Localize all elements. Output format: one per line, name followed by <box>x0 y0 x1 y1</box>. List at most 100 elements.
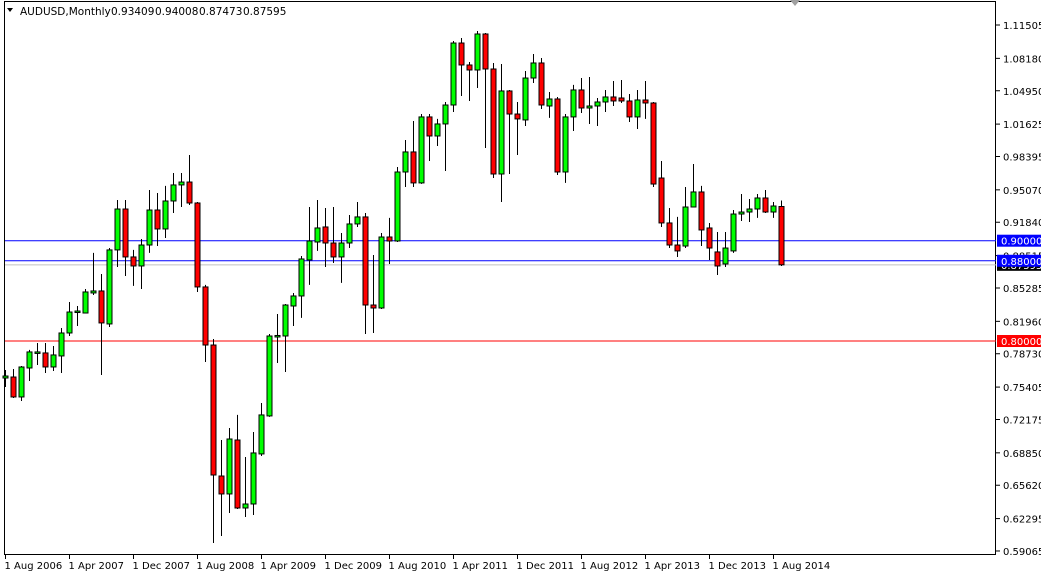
bull-candle-body <box>402 151 409 173</box>
candle <box>554 96 561 176</box>
x-tick-label: 1 Aug 2014 <box>773 561 831 572</box>
ohlc-open: 0.93409 <box>111 6 154 18</box>
y-tick-label: 0.72175 <box>1003 415 1041 426</box>
x-tick-label: 1 Apr 2011 <box>453 561 508 572</box>
candle <box>194 201 201 292</box>
bull-candle-body <box>50 354 57 368</box>
bull-candle-body <box>586 105 593 109</box>
bull-candle-body <box>418 116 425 184</box>
candle <box>106 248 113 327</box>
bear-candle-body <box>130 256 137 267</box>
y-tick-label: 0.98395 <box>1003 152 1041 163</box>
candle <box>538 57 545 110</box>
bull-candle-body <box>770 205 777 213</box>
x-tick-label: 1 Dec 2011 <box>517 561 575 572</box>
bull-candle-body <box>730 213 737 252</box>
y-tick-label: 0.75405 <box>1003 383 1041 394</box>
bear-candle-body <box>122 208 129 258</box>
y-tick-label: 1.08180 <box>1003 54 1041 65</box>
bull-candle-body <box>138 244 145 267</box>
bear-candle-body <box>554 98 561 173</box>
bear-candle-body <box>370 304 377 309</box>
candle <box>778 200 785 267</box>
bear-candle-body <box>778 206 785 266</box>
bear-candle-body <box>410 151 417 184</box>
bear-candle-body <box>578 89 585 109</box>
price-chart[interactable]: 1.11505 1.08180 1.04950 1.01625 0.98395 0.950… <box>0 0 1041 575</box>
candle <box>730 210 737 253</box>
bear-candle-body <box>538 62 545 106</box>
bull-candle-body <box>690 191 697 208</box>
bear-candle-body <box>650 102 657 185</box>
bull-candle-body <box>522 77 529 121</box>
bull-candle-body <box>90 290 97 294</box>
bull-candle-body <box>58 332 65 357</box>
bear-candle-body <box>642 99 649 104</box>
bull-candle-body <box>570 89 577 118</box>
bear-candle-body <box>42 352 49 368</box>
bull-candle-body <box>338 242 345 258</box>
bull-candle-body <box>450 42 457 106</box>
bear-candle-body <box>458 42 465 66</box>
bull-candle-body <box>170 184 177 202</box>
y-tick-label: 0.85285 <box>1003 284 1041 295</box>
bear-candle-body <box>186 181 193 204</box>
bull-candle-body <box>442 104 449 125</box>
bear-candle-body <box>626 100 633 118</box>
candle <box>450 41 457 113</box>
y-tick-label: 0.68850 <box>1003 449 1041 460</box>
y-tick-label: 0.91840 <box>1003 218 1041 229</box>
bear-candle-body <box>98 290 105 324</box>
hline-price-label: 0.90000 <box>1001 237 1041 248</box>
x-tick-label: 1 Apr 2007 <box>69 561 124 572</box>
bull-candle-body <box>354 216 361 225</box>
ohlc-low: 0.87473 <box>199 6 242 18</box>
y-tick-label: 0.95070 <box>1003 186 1041 197</box>
bear-candle-body <box>706 227 713 249</box>
chart-background <box>0 0 1041 575</box>
bull-candle-body <box>754 197 761 210</box>
x-tick-label: 1 Aug 2012 <box>581 561 639 572</box>
bull-candle-body <box>74 310 81 314</box>
x-tick-label: 1 Dec 2007 <box>133 561 191 572</box>
y-tick-label: 0.59065 <box>1003 547 1041 558</box>
bear-candle-body <box>466 64 473 71</box>
bear-candle-body <box>610 96 617 102</box>
bull-candle-body <box>314 227 321 243</box>
bear-candle-body <box>154 209 161 230</box>
x-tick-label: 1 Aug 2006 <box>5 561 63 572</box>
candle <box>18 365 25 401</box>
bull-candle-body <box>250 452 257 505</box>
bull-candle-body <box>290 295 297 307</box>
x-tick-label: 1 Dec 2013 <box>709 561 767 572</box>
bull-candle-body <box>146 209 153 246</box>
bear-candle-body <box>386 236 393 242</box>
bull-candle-body <box>474 33 481 71</box>
bull-candle-body <box>34 351 41 354</box>
bull-candle-body <box>682 206 689 247</box>
bear-candle-body <box>218 475 225 495</box>
x-tick-label: 1 Aug 2008 <box>197 561 255 572</box>
bull-candle-body <box>394 171 401 242</box>
y-tick-label: 1.01625 <box>1003 120 1041 131</box>
bull-candle-body <box>306 240 313 261</box>
bull-candle-body <box>298 258 305 297</box>
bear-candle-body <box>330 242 337 258</box>
bear-candle-body <box>10 376 17 398</box>
bear-candle-body <box>426 116 433 137</box>
bull-candle-body <box>162 200 169 230</box>
bull-candle-body <box>634 99 641 118</box>
bull-candle-body <box>722 247 729 265</box>
candle <box>522 70 529 126</box>
y-tick-label: 0.62295 <box>1003 515 1041 526</box>
candle <box>378 232 385 310</box>
bull-candle-body <box>66 311 73 334</box>
y-tick-label: 0.78730 <box>1003 350 1041 361</box>
bear-candle-body <box>618 97 625 102</box>
bull-candle-body <box>602 96 609 103</box>
hline-price-label: 0.80000 <box>1001 337 1041 348</box>
candle <box>82 288 89 314</box>
bear-candle-body <box>674 244 681 252</box>
bull-candle-body <box>178 181 185 186</box>
hline-price-label: 0.88000 <box>1001 257 1041 268</box>
